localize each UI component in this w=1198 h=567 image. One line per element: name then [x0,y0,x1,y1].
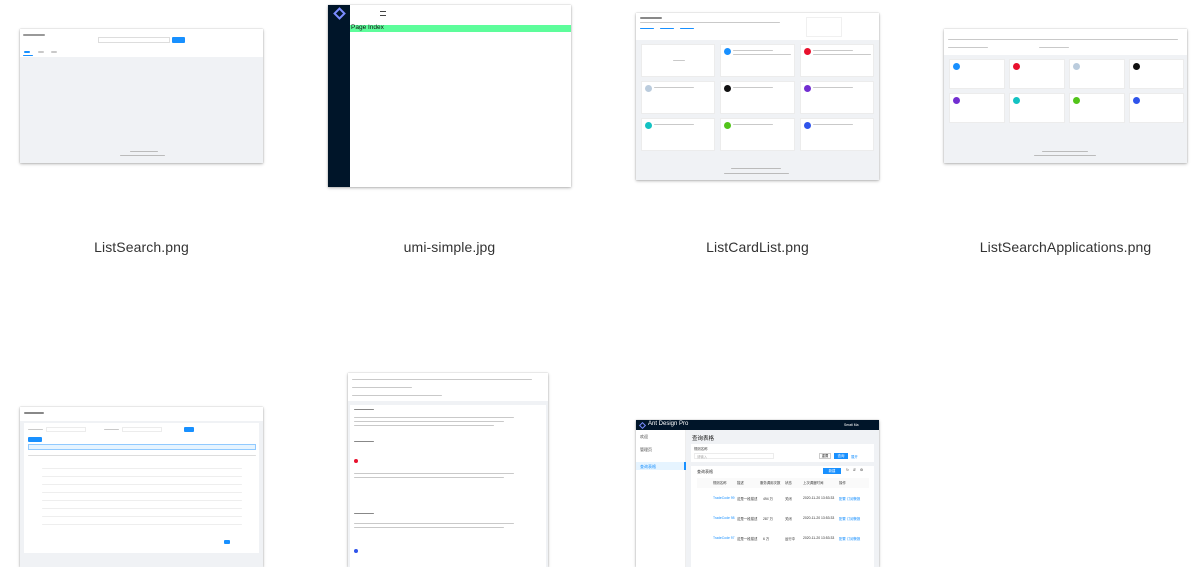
logo-icon [638,421,647,429]
row-calls: 6 万 [763,537,770,541]
rule-name-label: 规则名称 [694,447,708,451]
page-title: 查询表格 [692,436,715,442]
rule-name-link[interactable]: TradeCode 97 [713,536,735,540]
expand-link[interactable]: 展开 [851,454,858,459]
row-ops[interactable]: 配置 订阅警报 [839,516,860,521]
reload-icon[interactable]: ↻ [846,468,849,472]
thumbnail-umi-simple: Page Index [328,5,571,187]
page-index-text: Page Index [351,24,384,31]
row-time: 2020-11-20 13:53:33 [803,496,835,500]
sidebar: 欢迎 管理页 查询表格 [636,430,686,567]
file-name: ListSearchApplications.png [979,239,1152,255]
density-icon[interactable]: ⇵ [853,468,856,472]
file-name: ListSearch.png [94,239,189,255]
table-card: 查询表格 新建 ↻ ⇵ ⚙ 规则名称 描述 服务调用次数 状态 上次调度时间 操… [691,466,874,567]
col-time[interactable]: 上次调度时间 [803,480,823,485]
rule-name-placeholder: 请输入 [697,455,708,459]
search-form: 规则名称 请输入 重置 查询 展开 [691,444,874,462]
brand-title: Ant Design Pro [648,421,689,427]
row-desc: 这是一段描述 [737,537,758,541]
thumbnail-listsearch [20,29,263,163]
row-desc: 这是一段描述 [737,517,758,521]
user-name: Serati Ma [844,423,859,427]
row-ops[interactable]: 配置 订阅警报 [839,496,860,501]
sider [328,5,350,187]
thumbnail-listcardlist [636,13,879,180]
thumbnail-listsearchapplications [944,29,1187,163]
row-desc: 这是一段描述 [737,497,758,501]
row-calls: 287 万 [763,517,773,521]
row-status: 关闭 [785,497,792,501]
menu-item-admin[interactable]: 管理页 [640,447,652,453]
content: 查询表格 规则名称 请输入 重置 查询 展开 查询表格 新建 ↻ ⇵ ⚙ 规则名… [686,430,879,567]
query-button[interactable]: 查询 [834,453,848,459]
thumbnail-tablelist [20,407,263,567]
row-ops[interactable]: 配置 订阅警报 [839,536,860,541]
thumbnail-query-table: Ant Design Pro Serati Ma 欢迎 管理页 查询表格 查询表… [636,420,879,567]
setting-icon[interactable]: ⚙ [860,468,863,472]
menu-item-table-list[interactable]: 查询表格 [640,464,656,470]
menu-item-welcome[interactable]: 欢迎 [640,434,648,440]
logo-icon [333,7,346,20]
rule-name-link[interactable]: TradeCode 99 [713,496,735,500]
row-status: 关闭 [785,517,792,521]
top-nav: Ant Design Pro Serati Ma [636,420,879,430]
row-calls: 494 万 [763,497,773,501]
file-name: umi-simple.jpg [403,239,496,255]
col-calls[interactable]: 服务调用次数 [760,480,780,485]
new-button[interactable]: 新建 [823,468,841,474]
row-status: 运行中 [785,537,796,541]
row-time: 2020-11-20 13:53:33 [803,536,835,540]
col-desc: 描述 [737,481,744,485]
header [350,5,571,25]
menu-icon [380,11,386,16]
reset-button[interactable]: 重置 [819,453,831,459]
col-ops: 操作 [839,481,846,485]
rule-name-link[interactable]: TradeCode 98 [713,516,735,520]
col-name[interactable]: 规则名称 [713,480,727,485]
file-name: ListCardList.png [706,239,809,255]
row-time: 2020-11-20 13:53:33 [803,516,835,520]
thumbnail-basiclist [348,373,548,567]
rule-name-input[interactable]: 请输入 [694,453,774,459]
col-status[interactable]: 状态 [785,480,792,485]
table-title: 查询表格 [697,469,713,474]
